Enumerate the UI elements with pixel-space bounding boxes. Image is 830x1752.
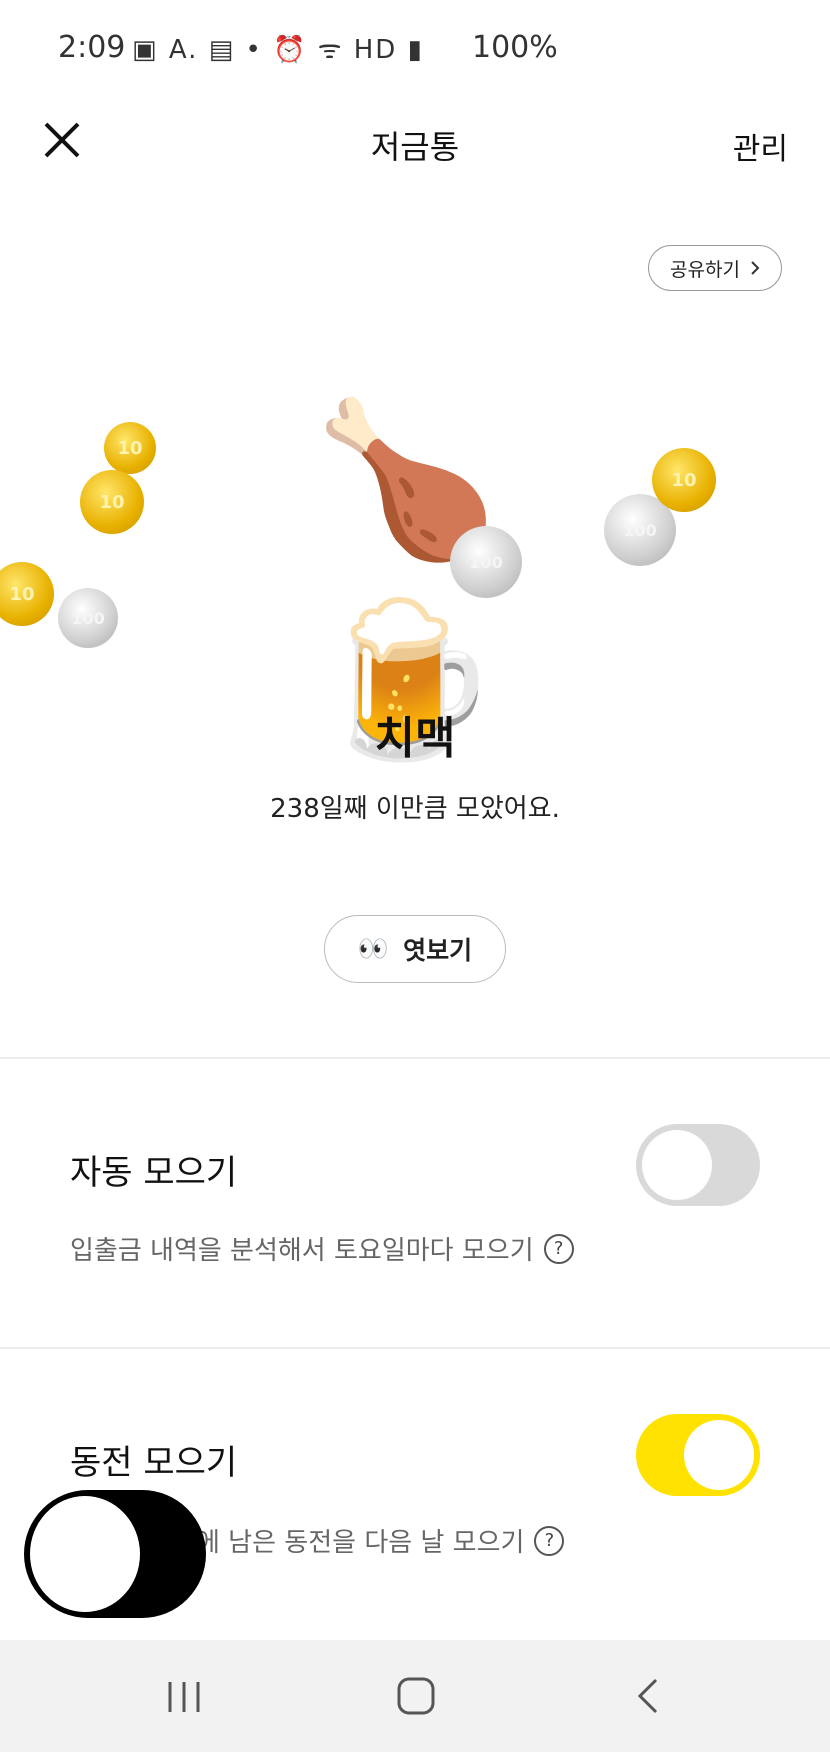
auto-save-desc-text: 입출금 내역을 분석해서 토요일마다 모으기 bbox=[70, 1236, 534, 1266]
peek-label: 엿보기 bbox=[403, 936, 473, 965]
coin-label: 10 bbox=[671, 469, 697, 491]
chevron-right-icon bbox=[751, 261, 760, 275]
toggle-knob bbox=[642, 1130, 712, 1200]
home-icon[interactable] bbox=[396, 1676, 436, 1716]
auto-save-title: 자동 모으기 bbox=[70, 1153, 238, 1193]
status-bar: 2:09 ▣ A. ▤ • ⏰ ᯤ HD ▮ 100% bbox=[0, 0, 830, 96]
coin-label: 100 bbox=[623, 520, 657, 540]
coin-gold-icon: 10 bbox=[80, 470, 144, 534]
help-icon[interactable]: ? bbox=[543, 1233, 574, 1264]
coin-label: 100 bbox=[71, 608, 105, 628]
auto-save-toggle[interactable] bbox=[636, 1124, 760, 1206]
status-time: 2:09 bbox=[58, 30, 126, 65]
chicken-beer-emoji: 🍗🍺 bbox=[312, 393, 500, 767]
coin-label: 100 bbox=[469, 552, 503, 572]
coin-gold-icon: 10 bbox=[652, 448, 716, 512]
coin-save-desc-text: 에 남은 동전을 다음 날 모으기 bbox=[196, 1528, 525, 1558]
coin-gold-icon: 10 bbox=[104, 422, 156, 474]
coin-label: 10 bbox=[99, 491, 125, 513]
status-icons: ▣ A. ▤ • ⏰ ᯤ HD ▮ bbox=[132, 35, 424, 65]
navigation-bar bbox=[0, 1640, 830, 1752]
saving-name: 치맥 bbox=[374, 713, 456, 764]
peek-button[interactable]: 👀 엿보기 bbox=[324, 915, 506, 983]
recent-apps-icon[interactable] bbox=[165, 1678, 203, 1716]
coin-save-description: 에 남은 동전을 다음 날 모으기 ? bbox=[196, 1522, 565, 1559]
auto-save-description: 입출금 내역을 분석해서 토요일마다 모으기 ? bbox=[70, 1230, 574, 1267]
coin-label: 10 bbox=[117, 437, 143, 459]
battery-level: 100% bbox=[472, 30, 558, 65]
back-icon[interactable] bbox=[634, 1676, 662, 1716]
share-label: 공유하기 bbox=[670, 258, 740, 281]
saving-caption: 238일째 이만큼 모았어요. bbox=[270, 794, 560, 824]
coin-save-title: 동전 모으기 bbox=[70, 1443, 238, 1483]
bubble-preview bbox=[30, 1496, 140, 1612]
eyes-icon: 👀 bbox=[357, 934, 390, 963]
share-button[interactable]: 공유하기 bbox=[648, 245, 782, 291]
coin-save-toggle[interactable] bbox=[636, 1414, 760, 1496]
toggle-knob bbox=[684, 1420, 754, 1490]
divider bbox=[0, 1347, 830, 1349]
page-title: 저금통 bbox=[370, 128, 460, 166]
help-icon[interactable]: ? bbox=[534, 1525, 565, 1556]
divider bbox=[0, 1057, 830, 1059]
manage-button[interactable]: 관리 bbox=[733, 124, 788, 168]
floating-preview-bubble[interactable] bbox=[24, 1490, 206, 1618]
coin-silver-icon: 100 bbox=[450, 526, 522, 598]
piggy-bank-illustration: 10 10 10 100 🍗🍺 100 100 10 bbox=[0, 360, 830, 767]
coin-gold-icon: 10 bbox=[0, 562, 54, 626]
coin-label: 10 bbox=[9, 583, 35, 605]
coin-silver-icon: 100 bbox=[58, 588, 118, 648]
